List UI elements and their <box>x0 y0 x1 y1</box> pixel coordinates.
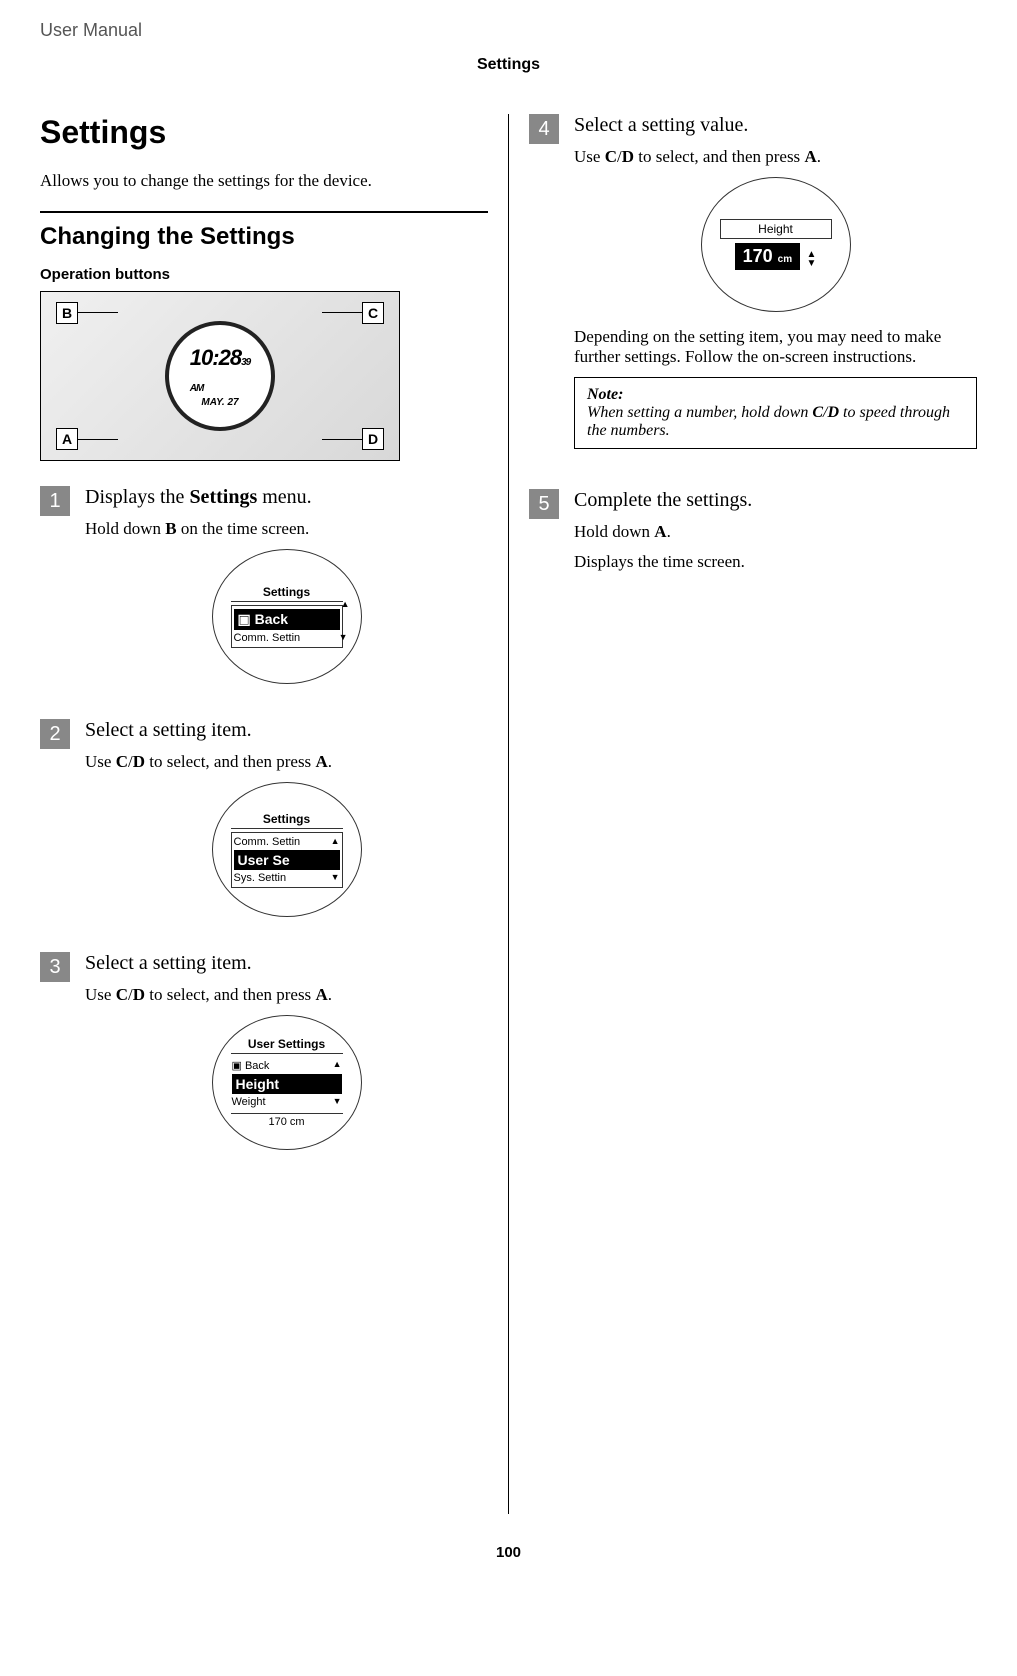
page-title: Settings <box>40 114 488 151</box>
step-1: 1 Displays the Settings menu. Hold down … <box>40 486 488 699</box>
screen-header: User Settings <box>231 1037 343 1054</box>
step-text: Use C/D to select, and then press A. <box>574 147 977 167</box>
screen-header: Settings <box>231 585 343 602</box>
step-title: Select a setting item. <box>85 952 488 975</box>
screen-diagram-height-value: Height 170 cm ▲▼ <box>574 177 977 312</box>
button-label-d: D <box>362 428 384 450</box>
screen-diagram-setting-item: Settings Comm. Settin▲ User Se Sys. Sett… <box>85 782 488 917</box>
step-number: 3 <box>40 952 70 982</box>
step-number: 1 <box>40 486 70 516</box>
watch-time: 10:28 <box>190 345 241 370</box>
watch-date: MAY. 27 <box>201 397 238 408</box>
button-label-a: A <box>56 428 78 450</box>
screen-diagram-user-settings: User Settings ▣ Back▲ Height Weight▼ 170… <box>85 1015 488 1150</box>
page-number: 100 <box>40 1544 977 1561</box>
step-5: 5 Complete the settings. Hold down A. Di… <box>529 489 977 582</box>
button-label-b: B <box>56 302 78 324</box>
watch-seconds: 39 <box>241 357 250 368</box>
watch-face: 10:2839 AM MAY. 27 <box>165 321 275 431</box>
screen-row-selected: User Se <box>234 850 340 870</box>
divider <box>40 211 488 213</box>
watch-ampm: AM <box>190 383 204 394</box>
screen-row: ▣ Back <box>232 1060 270 1072</box>
intro-text: Allows you to change the settings for th… <box>40 171 488 191</box>
subsection-title: Changing the Settings <box>40 223 488 251</box>
screen-footer: 170 cm <box>231 1113 343 1128</box>
doc-title: User Manual <box>40 20 977 41</box>
step-2: 2 Select a setting item. Use C/D to sele… <box>40 719 488 932</box>
screen-row-back: ▣ Back <box>238 611 289 627</box>
section-header: Settings <box>40 56 977 74</box>
screen-diagram-settings-menu: Settings ▣ Back ▲ Comm. Settin ▼ <box>85 549 488 684</box>
screen-row-selected: Height <box>232 1074 342 1094</box>
screen-value: 170 <box>743 246 773 266</box>
button-label-c: C <box>362 302 384 324</box>
step-title: Displays the Settings menu. <box>85 486 488 509</box>
step-number: 2 <box>40 719 70 749</box>
screen-row: Weight <box>232 1096 266 1108</box>
step-paragraph: Depending on the setting item, you may n… <box>574 327 977 367</box>
step-paragraph: Displays the time screen. <box>574 552 977 572</box>
step-title: Select a setting value. <box>574 114 977 137</box>
step-title: Select a setting item. <box>85 719 488 742</box>
operation-buttons-label: Operation buttons <box>40 266 488 283</box>
step-text: Hold down B on the time screen. <box>85 519 488 539</box>
step-number: 5 <box>529 489 559 519</box>
note-box: Note: When setting a number, hold down C… <box>574 377 977 449</box>
watch-diagram: B C A D 10:2839 AM MAY. 27 <box>40 291 400 461</box>
screen-header: Height <box>758 222 793 236</box>
step-number: 4 <box>529 114 559 144</box>
screen-row: Comm. Settin <box>234 836 301 848</box>
step-title: Complete the settings. <box>574 489 977 512</box>
screen-row-comm: Comm. Settin <box>234 632 301 644</box>
step-4: 4 Select a setting value. Use C/D to sel… <box>529 114 977 469</box>
note-label: Note: <box>587 386 623 403</box>
step-text: Use C/D to select, and then press A. <box>85 752 488 772</box>
step-text: Use C/D to select, and then press A. <box>85 985 488 1005</box>
screen-header: Settings <box>231 812 343 829</box>
step-3: 3 Select a setting item. Use C/D to sele… <box>40 952 488 1165</box>
screen-unit: cm <box>778 254 792 265</box>
step-text: Hold down A. <box>574 522 977 542</box>
screen-row: Sys. Settin <box>234 872 287 884</box>
